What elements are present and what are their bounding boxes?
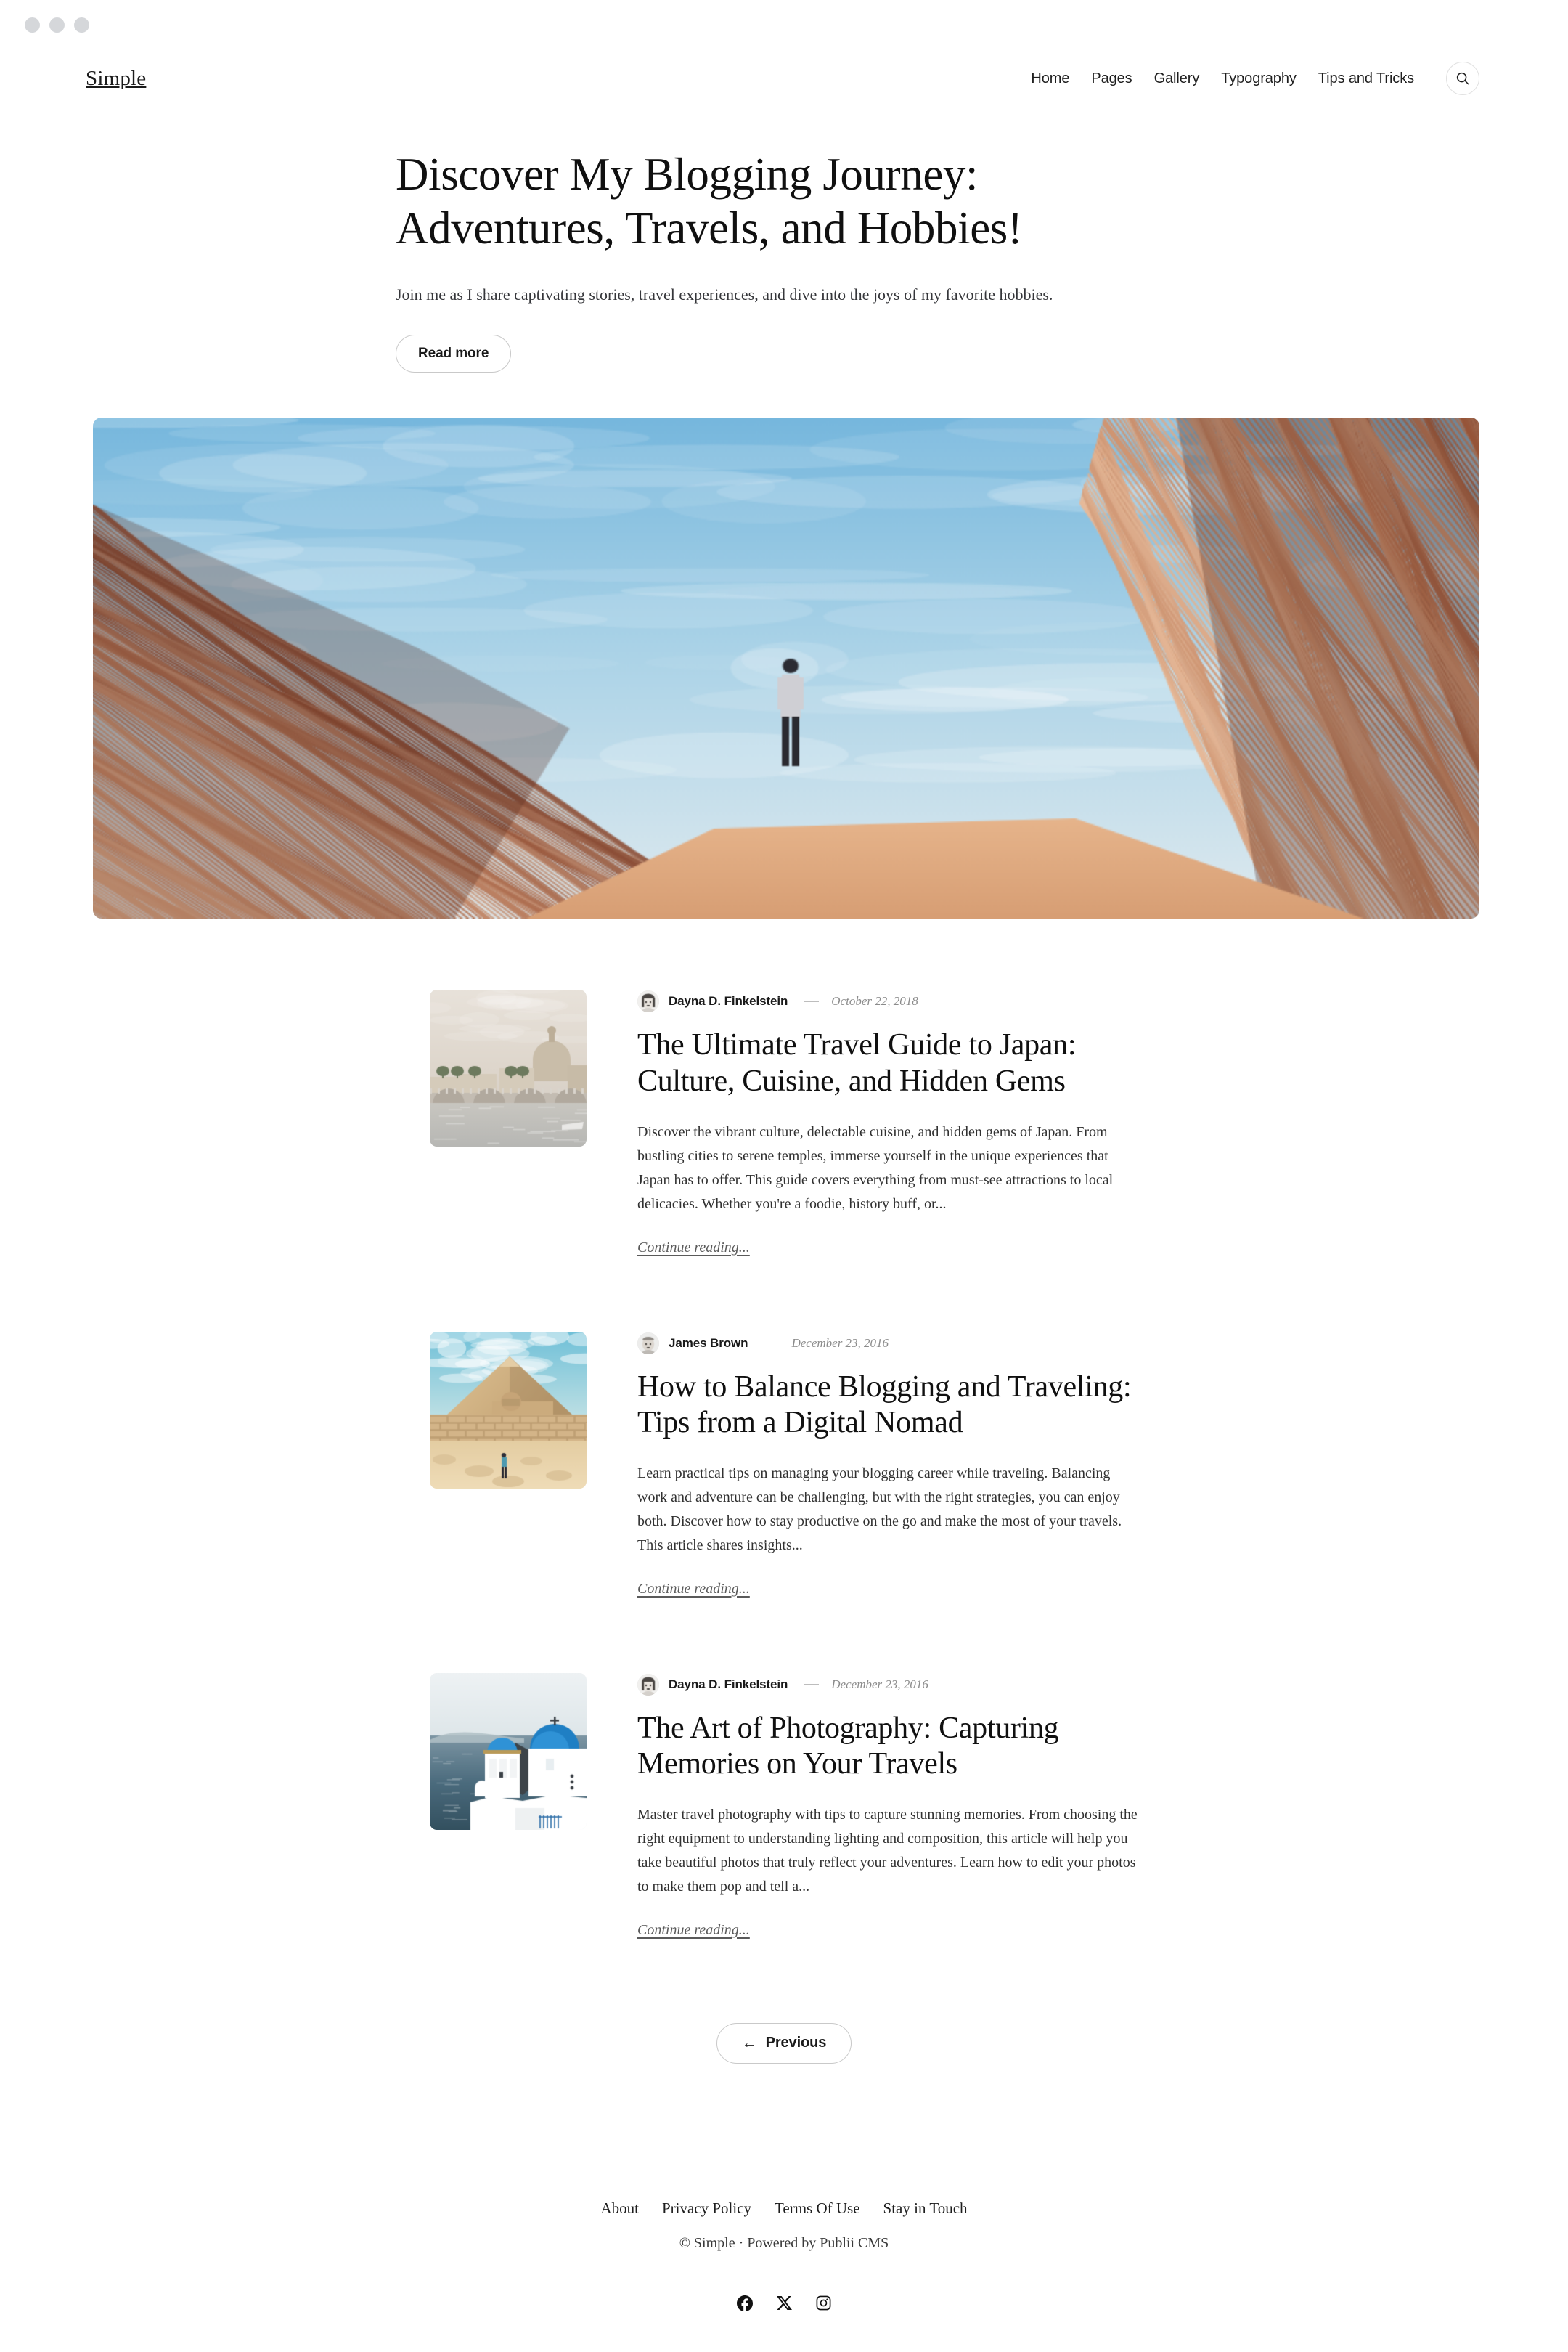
site-header: Simple Home Pages Gallery Typography Tip…	[0, 57, 1568, 100]
hero-image	[93, 418, 1479, 919]
nav-item-home[interactable]: Home	[1031, 70, 1069, 87]
post-date: December 23, 2016	[791, 1336, 889, 1351]
post-thumbnail-canvas	[430, 990, 587, 1147]
window-dot-maximize[interactable]	[74, 17, 89, 33]
search-button[interactable]	[1446, 62, 1479, 95]
post-meta: Dayna D. Finkelstein December 23, 2016	[637, 1673, 1138, 1696]
instagram-icon	[816, 2295, 831, 2311]
post-author[interactable]: James Brown	[669, 1336, 748, 1351]
post-author[interactable]: Dayna D. Finkelstein	[669, 994, 788, 1009]
site-footer: About Privacy Policy Terms Of Use Stay i…	[0, 2144, 1568, 2352]
nav-item-typography[interactable]: Typography	[1221, 70, 1297, 87]
footer-social-links	[0, 2295, 1568, 2311]
hero-image-canvas	[93, 418, 1479, 919]
avatar	[637, 1332, 659, 1354]
post-content: Dayna D. Finkelstein December 23, 2016 T…	[637, 1673, 1138, 1939]
footer-copyright: © Simple · Powered by Publii CMS	[0, 2235, 1568, 2252]
facebook-link[interactable]	[737, 2295, 753, 2311]
post-author[interactable]: Dayna D. Finkelstein	[669, 1677, 788, 1692]
post-date: October 22, 2018	[831, 994, 918, 1009]
post-thumbnail[interactable]	[430, 990, 587, 1147]
post-date: December 23, 2016	[831, 1677, 928, 1692]
browser-window-chrome	[0, 0, 1568, 49]
search-icon	[1455, 71, 1470, 86]
footer-link-about[interactable]: About	[600, 2200, 639, 2218]
post-thumbnail-canvas	[430, 1332, 587, 1489]
site-logo[interactable]: Simple	[86, 67, 146, 91]
post-list: Dayna D. Finkelstein October 22, 2018 Th…	[0, 919, 1568, 1938]
footer-link-privacy-policy[interactable]: Privacy Policy	[662, 2200, 751, 2218]
post-title: How to Balance Blogging and Traveling: T…	[637, 1370, 1138, 1441]
meta-separator	[804, 1001, 819, 1002]
post-item: Dayna D. Finkelstein October 22, 2018 Th…	[0, 990, 1568, 1256]
meta-separator	[804, 1684, 819, 1685]
post-meta: James Brown December 23, 2016	[637, 1332, 1138, 1355]
hero-title: Discover My Blogging Journey: Adventures…	[396, 148, 1165, 255]
hero-subtitle: Join me as I share captivating stories, …	[396, 282, 1568, 306]
previous-page-button[interactable]: ← Previous	[716, 2023, 852, 2064]
facebook-icon	[737, 2295, 753, 2311]
hero-cta-wrap: Read more	[396, 335, 1568, 373]
post-thumbnail-canvas	[430, 1673, 587, 1830]
post-excerpt: Learn practical tips on managing your bl…	[637, 1462, 1138, 1558]
post-title-link[interactable]: The Ultimate Travel Guide to Japan: Cult…	[637, 1028, 1076, 1098]
window-dot-minimize[interactable]	[49, 17, 65, 33]
previous-page-label: Previous	[766, 2035, 827, 2051]
continue-reading-link[interactable]: Continue reading...	[637, 1581, 750, 1598]
x-twitter-icon	[777, 2295, 792, 2311]
avatar	[637, 1674, 659, 1696]
read-more-button[interactable]: Read more	[396, 335, 511, 373]
footer-navigation: About Privacy Policy Terms Of Use Stay i…	[0, 2200, 1568, 2218]
avatar-canvas	[637, 1332, 659, 1354]
post-item: Dayna D. Finkelstein December 23, 2016 T…	[0, 1673, 1568, 1939]
post-meta: Dayna D. Finkelstein October 22, 2018	[637, 990, 1138, 1013]
post-title-link[interactable]: How to Balance Blogging and Traveling: T…	[637, 1370, 1131, 1440]
continue-reading-link[interactable]: Continue reading...	[637, 1240, 750, 1256]
x-twitter-link[interactable]	[777, 2295, 792, 2311]
avatar-canvas	[637, 1674, 659, 1696]
instagram-link[interactable]	[816, 2295, 831, 2311]
post-title: The Art of Photography: Capturing Memori…	[637, 1711, 1138, 1783]
pagination: ← Previous	[0, 2014, 1568, 2064]
avatar	[637, 990, 659, 1012]
post-excerpt: Master travel photography with tips to c…	[637, 1803, 1138, 1899]
post-excerpt: Discover the vibrant culture, delectable…	[637, 1120, 1138, 1216]
window-dot-close[interactable]	[25, 17, 40, 33]
avatar-canvas	[637, 990, 659, 1012]
footer-link-terms-of-use[interactable]: Terms Of Use	[775, 2200, 860, 2218]
arrow-left-icon: ←	[742, 2035, 757, 2051]
post-content: Dayna D. Finkelstein October 22, 2018 Th…	[637, 990, 1138, 1256]
nav-item-tips-and-tricks[interactable]: Tips and Tricks	[1318, 70, 1414, 87]
post-content: James Brown December 23, 2016 How to Bal…	[637, 1332, 1138, 1598]
main-navigation: Home Pages Gallery Typography Tips and T…	[1031, 62, 1479, 95]
page-root: Simple Home Pages Gallery Typography Tip…	[0, 49, 1568, 2352]
continue-reading-link[interactable]: Continue reading...	[637, 1922, 750, 1939]
nav-item-gallery[interactable]: Gallery	[1154, 70, 1200, 87]
post-thumbnail[interactable]	[430, 1673, 587, 1830]
footer-link-stay-in-touch[interactable]: Stay in Touch	[883, 2200, 968, 2218]
post-title: The Ultimate Travel Guide to Japan: Cult…	[637, 1028, 1138, 1099]
post-item: James Brown December 23, 2016 How to Bal…	[0, 1332, 1568, 1598]
post-thumbnail[interactable]	[430, 1332, 587, 1489]
hero-section: Discover My Blogging Journey: Adventures…	[0, 100, 1568, 373]
post-title-link[interactable]: The Art of Photography: Capturing Memori…	[637, 1712, 1058, 1781]
nav-item-pages[interactable]: Pages	[1091, 70, 1132, 87]
